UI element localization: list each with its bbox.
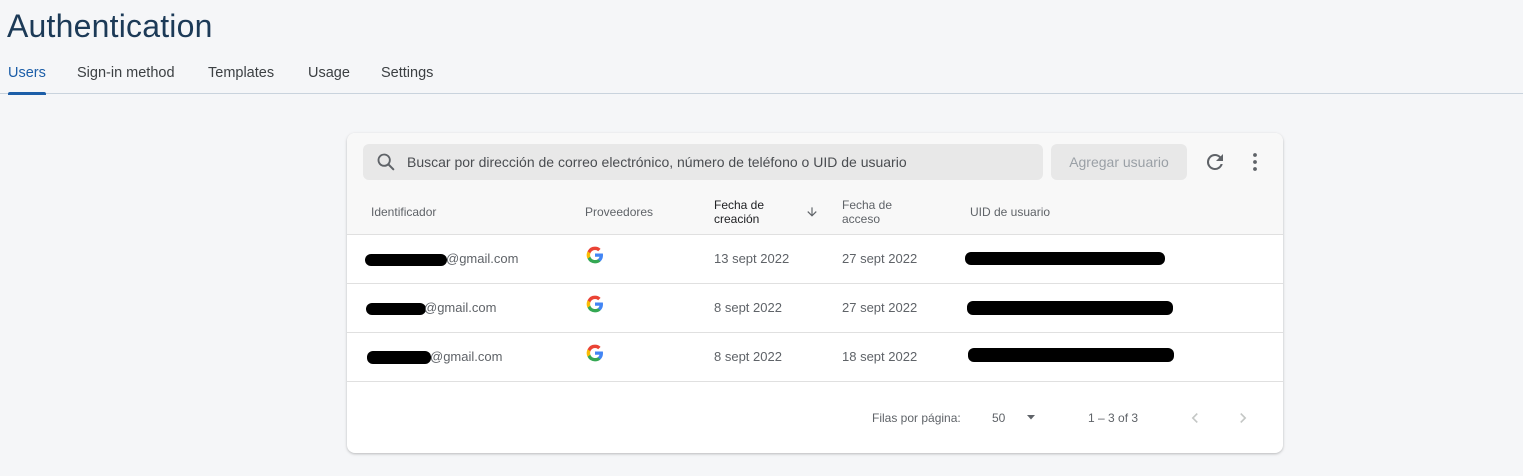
tab-usage[interactable]: Usage xyxy=(308,56,350,94)
tab-users[interactable]: Users xyxy=(8,56,46,95)
chevron-down-icon xyxy=(1027,415,1035,420)
more-vert-icon[interactable] xyxy=(1243,150,1267,174)
tab-templates[interactable]: Templates xyxy=(208,56,274,94)
tab-bar: Users Sign-in method Templates Usage Set… xyxy=(0,56,1523,95)
google-icon xyxy=(586,295,603,313)
search-box[interactable] xyxy=(363,144,1043,180)
refresh-icon[interactable] xyxy=(1203,150,1227,174)
chevron-right-icon[interactable] xyxy=(1233,408,1253,428)
search-icon xyxy=(377,153,395,171)
table-row[interactable]: @gmail.com 13 sept 2022 27 sept 2022 xyxy=(347,234,1283,283)
email-suffix: @gmail.com xyxy=(430,349,503,364)
column-header-accessed[interactable]: Fecha de acceso xyxy=(842,198,892,226)
table-row[interactable]: @gmail.com 8 sept 2022 18 sept 2022 xyxy=(347,332,1283,381)
redacted-uid xyxy=(968,348,1174,362)
redacted-email xyxy=(365,254,447,266)
column-header-created-line2: creación xyxy=(714,212,760,226)
created-date: 8 sept 2022 xyxy=(714,349,782,364)
created-date: 13 sept 2022 xyxy=(714,251,790,266)
rows-per-page-label: Filas por página: xyxy=(872,411,961,425)
search-input[interactable] xyxy=(407,144,1037,180)
accessed-date: 27 sept 2022 xyxy=(842,251,918,266)
email-suffix: @gmail.com xyxy=(424,300,497,315)
column-header-created-line1: Fecha de xyxy=(714,198,765,212)
redacted-email xyxy=(366,303,426,315)
redacted-uid xyxy=(967,301,1173,315)
table-footer-divider xyxy=(347,381,1283,382)
google-icon xyxy=(586,344,603,362)
column-header-uid[interactable]: UID de usuario xyxy=(970,205,1050,219)
tab-sign-in-method[interactable]: Sign-in method xyxy=(77,56,175,94)
column-header-accessed-line1: Fecha de xyxy=(842,198,893,212)
rows-per-page-value: 50 xyxy=(992,411,1006,425)
created-date: 8 sept 2022 xyxy=(714,300,782,315)
redacted-uid xyxy=(965,252,1165,265)
users-card: Agregar usuario Identificador Proveedore… xyxy=(347,133,1283,453)
accessed-date: 18 sept 2022 xyxy=(842,349,918,364)
chevron-left-icon[interactable] xyxy=(1185,408,1205,428)
accessed-date: 27 sept 2022 xyxy=(842,300,918,315)
tab-settings[interactable]: Settings xyxy=(381,56,433,94)
table-row[interactable]: @gmail.com 8 sept 2022 27 sept 2022 xyxy=(347,283,1283,332)
redacted-email xyxy=(367,351,431,364)
page-range: 1 – 3 of 3 xyxy=(1088,411,1139,425)
add-user-button[interactable]: Agregar usuario xyxy=(1051,144,1187,180)
column-header-created[interactable]: Fecha de creación xyxy=(714,198,764,226)
google-icon xyxy=(586,246,603,264)
column-header-providers[interactable]: Proveedores xyxy=(585,205,653,219)
page-title: Authentication xyxy=(7,8,213,44)
card-header: Agregar usuario Identificador Proveedore… xyxy=(347,133,1283,234)
sort-arrow-down-icon[interactable] xyxy=(805,205,819,219)
rows-per-page-select[interactable]: 50 xyxy=(987,403,1047,431)
column-header-accessed-line2: acceso xyxy=(842,212,881,226)
column-header-identifier[interactable]: Identificador xyxy=(371,205,436,219)
email-suffix: @gmail.com xyxy=(446,251,519,266)
